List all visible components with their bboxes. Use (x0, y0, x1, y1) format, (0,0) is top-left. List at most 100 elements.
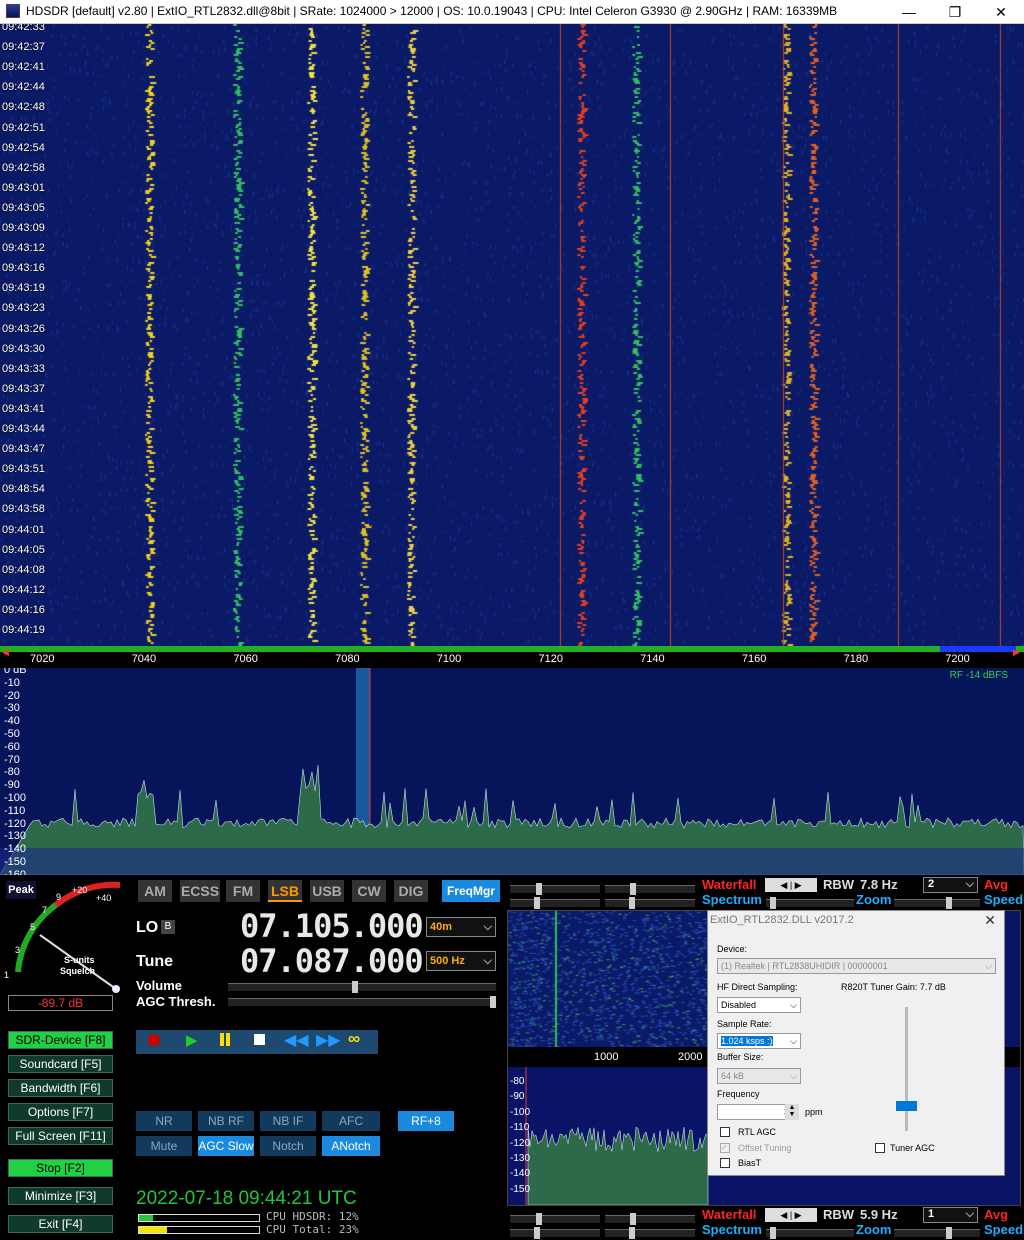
scroll-thumb[interactable] (940, 646, 1016, 652)
speed-slider-bottom[interactable] (894, 1227, 980, 1239)
rtl-agc-checkbox[interactable] (720, 1127, 730, 1137)
nr-button[interactable]: NR (136, 1111, 192, 1131)
app-icon (6, 4, 20, 18)
close-window-button[interactable]: ✕ (978, 0, 1024, 24)
zoom-slider-top[interactable] (766, 897, 854, 909)
tune-frequency[interactable]: 07.087.000 (240, 942, 424, 980)
hf-sampling-select[interactable]: Disabled ⌵ (717, 997, 801, 1013)
mode-fm[interactable]: FM (226, 880, 260, 902)
s-tick-plus20: +20 (72, 885, 88, 895)
rbw-value-top: 7.8 Hz (860, 877, 898, 892)
sp-slider-2[interactable] (605, 897, 695, 909)
maximize-window-button[interactable]: ❐ (932, 0, 978, 24)
biast-checkbox[interactable] (720, 1158, 730, 1168)
mode-dig[interactable]: DIG (394, 880, 428, 902)
dialog-close-icon[interactable]: ✕ (984, 912, 996, 929)
waterfall-timestamp: 09:43:33 (2, 362, 45, 375)
options-button[interactable]: Options [F7] (8, 1103, 113, 1121)
minimize-window-button[interactable]: — (886, 0, 932, 24)
main-spectrum[interactable]: 0 dB -10 -20 -30 -40 -50 -60 -70 -80 -90 -100 -110-… (0, 668, 1024, 875)
mode-cw[interactable]: CW (352, 880, 386, 902)
rbw-label-bottom: RBW (823, 1207, 855, 1222)
mode-lsb[interactable]: LSB (268, 880, 302, 902)
soundcard-button[interactable]: Soundcard [F5] (8, 1055, 113, 1073)
rewind-icon[interactable]: ◀◀ (284, 1030, 309, 1050)
waterfall-timestamp: 09:42:48 (2, 101, 45, 114)
lo-b-badge[interactable]: B (161, 920, 175, 934)
wf-slider-2[interactable] (605, 883, 695, 895)
bandwidth-button[interactable]: Bandwidth [F6] (8, 1079, 113, 1097)
audio-axis-1000: 1000 (594, 1051, 619, 1063)
bandwidth-select[interactable]: 500 Hz ⌵ (426, 951, 496, 971)
sp-slider-1[interactable] (510, 897, 600, 909)
anotch-button[interactable]: ANotch (322, 1136, 380, 1156)
stop-icon[interactable] (254, 1034, 265, 1045)
frequency-scrollbar[interactable] (0, 646, 1024, 652)
sdr-device-button[interactable]: SDR-Device [F8] (8, 1031, 113, 1049)
frequency-axis[interactable]: ◀ ▶ 7020 7040 7060 7080 7100 7120 7140 7160 7180… (0, 646, 1024, 668)
wf-slider-3[interactable] (510, 1213, 600, 1225)
wf-slider-4[interactable] (605, 1213, 695, 1225)
volume-slider[interactable] (228, 981, 496, 993)
mute-button[interactable]: Mute (136, 1136, 192, 1156)
device-select[interactable]: (1) Realtek | RTL2838UHIDIR | 00000001 ⌵ (717, 958, 996, 974)
tuner-gain-thumb[interactable] (896, 1101, 917, 1111)
zoom-slider-bottom[interactable] (766, 1227, 854, 1239)
sp-slider-3[interactable] (510, 1227, 600, 1239)
tuner-gain-slider[interactable] (905, 1007, 908, 1131)
play-icon[interactable]: ▶ (186, 1031, 198, 1049)
minimize-button[interactable]: Minimize [F3] (8, 1187, 113, 1205)
main-waterfall[interactable]: 09:42:33 09:42:37 09:42:41 09:42:44 09:42:48… (0, 24, 1024, 646)
waterfall-display[interactable] (0, 24, 1024, 646)
sample-rate-select[interactable]: 1.024 ksps :) ⌵ (717, 1033, 801, 1049)
mode-am[interactable]: AM (138, 880, 172, 902)
avg-select-top[interactable]: 2 ⌵ (923, 877, 978, 893)
agc-slider[interactable] (228, 996, 496, 1008)
freqmgr-button[interactable]: FreqMgr (442, 880, 500, 902)
agc-thresh-label: AGC Thresh. (136, 994, 216, 1009)
notch-button[interactable]: Notch (260, 1136, 316, 1156)
stop-button[interactable]: Stop [F2] (8, 1159, 113, 1177)
offset-tuning-checkbox[interactable]: ✓ (720, 1143, 730, 1153)
audio-db-label: -140 (510, 1168, 531, 1180)
nb-rf-button[interactable]: NB RF (198, 1111, 254, 1131)
mode-usb[interactable]: USB (310, 880, 344, 902)
rf-plus8-button[interactable]: RF+8 (398, 1111, 454, 1131)
scroll-right-icon[interactable]: ▶ (1013, 647, 1020, 658)
frequency-label: 7020 (30, 653, 55, 665)
lo-frequency[interactable]: 07.105.000 (240, 907, 424, 945)
mode-ecss[interactable]: ECSS (180, 880, 220, 902)
frequency-label: 7200 (945, 653, 970, 665)
band-select[interactable]: 40m ⌵ (426, 917, 496, 937)
audio-waterfall[interactable] (508, 911, 708, 1047)
chevron-down-icon: ⌵ (483, 921, 492, 933)
buffer-size-select[interactable]: 64 kB ⌵ (717, 1068, 801, 1084)
loop-icon[interactable]: ∞ (348, 1029, 360, 1049)
tune-label: Tune (136, 953, 174, 970)
window-title: HDSDR [default] v2.80 | ExtIO_RTL2832.dl… (26, 4, 838, 18)
rbw-arrows-top[interactable]: ◀ | ▶ (765, 878, 817, 892)
waterfall-timestamp: 09:43:19 (2, 282, 45, 295)
frequency-label: 7140 (640, 653, 665, 665)
wf-slider-1[interactable] (510, 883, 600, 895)
agc-slow-button[interactable]: AGC Slow (198, 1136, 254, 1156)
scroll-left-icon[interactable]: ◀ (2, 647, 9, 658)
speed-slider-top[interactable] (894, 897, 980, 909)
exit-button[interactable]: Exit [F4] (8, 1215, 113, 1233)
full-screen-button[interactable]: Full Screen [F11] (8, 1127, 113, 1145)
avg-select-bottom[interactable]: 1 ⌵ (923, 1207, 978, 1223)
pause-icon[interactable] (220, 1033, 224, 1046)
waterfall-timestamp: 09:42:44 (2, 81, 45, 94)
db-label: -110 (4, 804, 26, 817)
fast-forward-icon[interactable]: ▶▶ (316, 1030, 341, 1050)
afc-button[interactable]: AFC (322, 1111, 380, 1131)
tuner-agc-checkbox[interactable] (875, 1143, 885, 1153)
ppm-spinner[interactable]: ▲ ▼ (785, 1104, 799, 1120)
record-icon[interactable] (148, 1034, 160, 1046)
speed-label-bottom: Speed (984, 1222, 1024, 1237)
spectrum-plot[interactable] (0, 668, 1024, 875)
nb-if-button[interactable]: NB IF (260, 1111, 316, 1131)
sp-slider-4[interactable] (605, 1227, 695, 1239)
rbw-arrows-bottom[interactable]: ◀ | ▶ (765, 1208, 817, 1222)
chevron-down-icon: ⌵ (790, 1071, 797, 1081)
